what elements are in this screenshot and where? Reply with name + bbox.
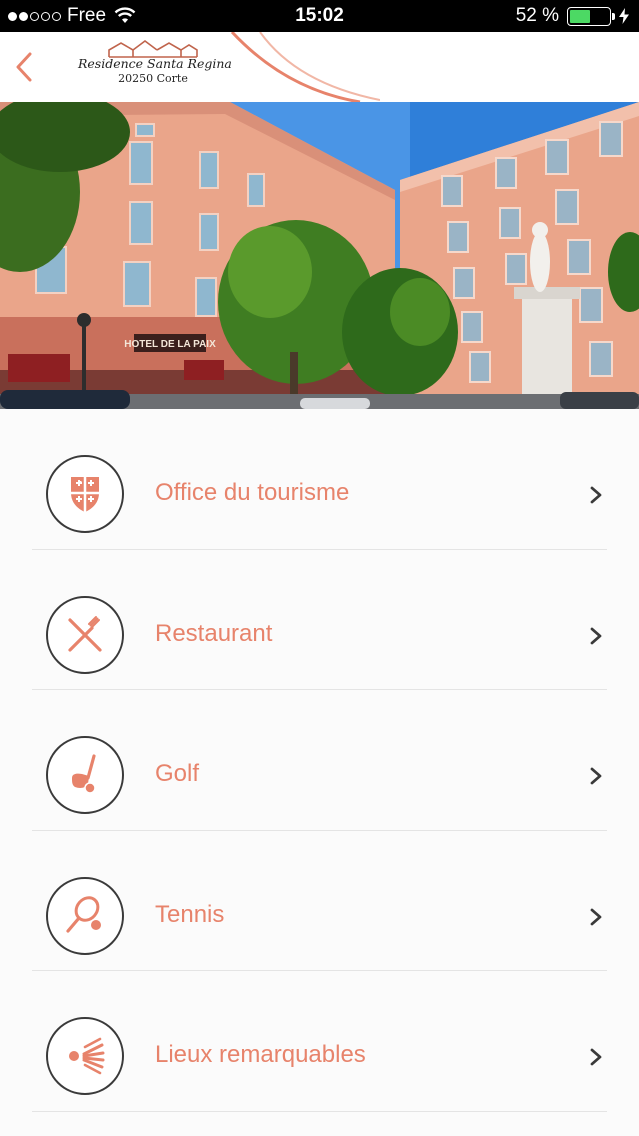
- hotel-sign: HOTEL DE LA PAIX: [124, 339, 216, 350]
- menu-item-label: Restaurant: [155, 619, 273, 647]
- menu-item-restaurant[interactable]: Restaurant: [0, 550, 639, 690]
- golf-club-icon: [46, 736, 124, 814]
- menu-item-label: Golf: [155, 760, 200, 787]
- menu-item-label: Lieux remarquables: [155, 1041, 366, 1068]
- residence-logo: Residence Santa Regina 20250 Corte: [78, 40, 232, 85]
- menu-item-tennis[interactable]: Tennis: [0, 831, 639, 971]
- tennis-racket-icon: [46, 876, 124, 955]
- logo-address: 20250 Corte: [118, 72, 188, 85]
- menu-item-label: Tennis: [155, 900, 225, 928]
- logo-name: Residence Santa Regina: [78, 56, 232, 71]
- coat-of-arms-icon: [46, 455, 124, 533]
- battery-percent: 52 %: [515, 5, 559, 26]
- app-header: Residence Santa Regina 20250 Corte: [0, 32, 639, 102]
- charging-bolt-icon: [619, 8, 629, 24]
- status-bar: Free 15:02 52 %: [0, 0, 639, 32]
- sunburst-icon: [46, 1017, 124, 1095]
- menu-item-label: Office du tourisme: [155, 479, 350, 506]
- fork-knife-icon: [46, 595, 124, 674]
- menu-item-office-du-tourisme[interactable]: Office du tourisme: [0, 409, 639, 550]
- chevron-right-icon: [590, 486, 602, 504]
- menu-item-lieux-remarquables[interactable]: Lieux remarquables: [0, 971, 639, 1112]
- divider: [32, 1110, 607, 1112]
- menu-list: Office du tourisme Restaurant Golf Tenni…: [0, 409, 639, 1112]
- chevron-right-icon: [590, 627, 602, 644]
- back-arrow-icon[interactable]: [12, 50, 36, 84]
- battery-group: 52 %: [516, 5, 629, 27]
- chevron-right-icon: [590, 1048, 602, 1066]
- chevron-right-icon: [590, 908, 602, 925]
- battery-level: [570, 9, 590, 23]
- battery-icon: [567, 6, 615, 26]
- header-swoosh-decoration: [230, 32, 380, 102]
- chevron-right-icon: [590, 767, 602, 785]
- menu-item-golf[interactable]: Golf: [0, 690, 639, 831]
- hero-photo: HOTEL DE LA PAIX: [0, 102, 639, 409]
